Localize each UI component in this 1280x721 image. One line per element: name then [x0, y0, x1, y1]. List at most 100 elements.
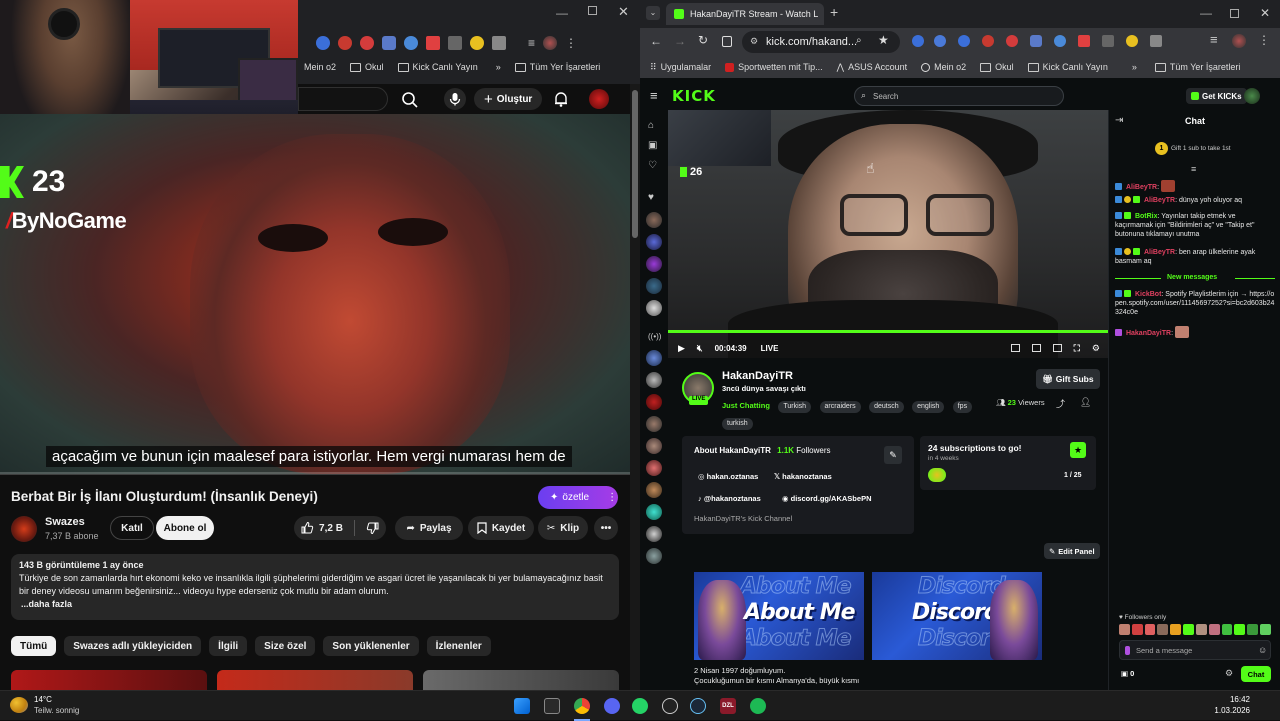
extension-icon[interactable]: [934, 35, 946, 47]
youtube-video-player[interactable]: [0, 114, 630, 474]
extension-icon[interactable]: [1006, 35, 1018, 47]
live-channel-avatar[interactable]: [646, 548, 662, 564]
emote-icon[interactable]: [1157, 624, 1169, 635]
weather-temp[interactable]: 14°C: [34, 695, 52, 704]
fullscreen-icon[interactable]: ⛶: [1074, 343, 1080, 354]
create-button[interactable]: + Oluştur: [474, 88, 543, 110]
emote-icon[interactable]: [1260, 624, 1271, 635]
home-icon[interactable]: ⌂: [648, 120, 654, 131]
spotify-icon[interactable]: [750, 698, 766, 714]
back-icon[interactable]: ←: [650, 34, 662, 48]
chip-related[interactable]: İlgili: [209, 636, 248, 656]
kick-search-input[interactable]: ⌕ Search: [854, 86, 1064, 106]
stream-tag[interactable]: turkish: [722, 418, 753, 430]
stream-tag[interactable]: fps: [952, 401, 973, 413]
discord-icon[interactable]: [604, 698, 620, 714]
video-thumbnail[interactable]: [11, 670, 207, 690]
stream-tag[interactable]: Turkish: [778, 401, 812, 413]
theater-mode-icon[interactable]: [1010, 344, 1020, 352]
extension-icon[interactable]: [958, 35, 970, 47]
live-channel-avatar[interactable]: [646, 372, 662, 388]
profile-avatar[interactable]: [543, 36, 558, 50]
bookmark-okul[interactable]: Okul: [980, 62, 1014, 72]
gift-subs-button[interactable]: 🎁︎ Gift Subs: [1036, 369, 1100, 389]
extension-icon[interactable]: [338, 36, 352, 50]
emote-icon[interactable]: [1144, 624, 1156, 635]
chat-message-input[interactable]: Send a message ☺: [1119, 640, 1271, 660]
bookmark-kick[interactable]: Kick Canlı Yayın: [397, 62, 478, 72]
scrollbar-thumb[interactable]: [632, 90, 638, 238]
chip-recent[interactable]: Son yüklenenler: [323, 636, 419, 656]
discord-link[interactable]: ◉ discord.gg/AKASbePN: [782, 494, 871, 503]
extension-icon[interactable]: [1054, 35, 1066, 47]
live-channel-avatar[interactable]: [646, 504, 662, 520]
save-button[interactable]: Kaydet: [468, 516, 534, 540]
live-channel-avatar[interactable]: [646, 526, 662, 542]
share-button[interactable]: ➦ Paylaş: [395, 516, 463, 540]
channel-points[interactable]: ▣ 0: [1121, 669, 1134, 678]
more-actions-button[interactable]: •••: [594, 516, 618, 540]
maximize-button[interactable]: [588, 6, 597, 15]
emote-icon[interactable]: [1208, 624, 1220, 635]
bookmark-mein-o2[interactable]: Mein o2: [921, 62, 966, 72]
extension-icon[interactable]: [448, 36, 462, 50]
user-avatar[interactable]: [1244, 88, 1260, 104]
site-info-icon[interactable]: ⚙: [750, 36, 758, 47]
minimize-button[interactable]: —: [556, 6, 568, 20]
browse-icon[interactable]: ▣: [648, 140, 657, 151]
extension-icon[interactable]: [360, 36, 374, 50]
shield-icon[interactable]: [1030, 35, 1042, 47]
category-link[interactable]: Just Chatting: [722, 401, 770, 410]
mute-icon[interactable]: 🔇︎: [697, 343, 703, 354]
close-window-button[interactable]: ✕: [618, 4, 629, 20]
search-icon[interactable]: [400, 90, 420, 110]
emote-icon[interactable]: [1183, 624, 1194, 635]
browser-tab-kick[interactable]: HakanDayiTR Stream - Watch L ✕: [666, 3, 824, 25]
bookmark-asus[interactable]: ⋀ ASUS Account: [837, 62, 907, 73]
extension-icon[interactable]: [1078, 35, 1090, 47]
forward-icon[interactable]: →: [674, 34, 686, 48]
bookmark-okul[interactable]: Okul: [350, 62, 384, 72]
play-icon[interactable]: ▶: [678, 343, 685, 354]
profile-avatar[interactable]: [1232, 34, 1246, 48]
address-bar[interactable]: ⚙ kick.com/hakand...: [742, 31, 900, 53]
close-window-button[interactable]: ✕: [1260, 6, 1270, 20]
extension-icon[interactable]: [1102, 35, 1114, 47]
tab-search-icon[interactable]: ⌄: [646, 6, 660, 20]
bookmark-apps[interactable]: ⠿ Uygulamalar: [650, 62, 711, 73]
get-kicks-button[interactable]: Get KICKs: [1186, 88, 1247, 104]
extension-icon[interactable]: [1126, 35, 1138, 47]
voice-search-icon[interactable]: [444, 88, 466, 110]
extension-icon[interactable]: [316, 36, 330, 50]
subscribe-goal-icon[interactable]: ★: [1070, 442, 1086, 458]
edit-pencil-icon[interactable]: ✎: [884, 446, 902, 464]
emoji-icon[interactable]: ☺: [1258, 645, 1267, 655]
split-view-icon[interactable]: [722, 36, 732, 47]
thumbs-up-icon[interactable]: [300, 521, 314, 535]
share-icon[interactable]: ⤴: [1056, 397, 1065, 410]
chrome-icon[interactable]: [574, 698, 590, 714]
join-button[interactable]: Katıl: [110, 516, 154, 540]
app-icon[interactable]: DZL: [720, 698, 736, 714]
live-progress-bar[interactable]: [668, 330, 1108, 333]
chip-watched[interactable]: İzlenenler: [426, 636, 491, 656]
video-thumbnail[interactable]: [217, 670, 413, 690]
clip-button[interactable]: ✂ Klip: [538, 516, 588, 540]
channel-name[interactable]: Swazes: [45, 516, 85, 528]
emote-icon[interactable]: [1195, 624, 1207, 635]
emote-icon[interactable]: [1221, 624, 1233, 635]
streamer-name[interactable]: HakanDayiTR: [722, 370, 793, 382]
live-channel-avatar[interactable]: [646, 438, 662, 454]
send-chat-button[interactable]: Chat: [1241, 666, 1271, 682]
kebab-menu-icon[interactable]: ⋮: [1258, 33, 1270, 47]
obs-icon[interactable]: [662, 698, 678, 714]
edit-panel-button[interactable]: ✎ Edit Panel: [1044, 543, 1100, 559]
chat-settings-gear-icon[interactable]: ⚙: [1225, 668, 1233, 679]
gift-sub-prompt[interactable]: 1 Gift 1 sub to take 1st: [1155, 142, 1231, 155]
description-box[interactable]: 143 B görüntüleme 1 ay önce Türkiye de s…: [11, 554, 619, 620]
extension-icon[interactable]: [426, 36, 440, 50]
all-bookmarks[interactable]: Tüm Yer İşaretleri: [514, 62, 600, 72]
reload-icon[interactable]: ↻: [698, 33, 708, 47]
task-view-icon[interactable]: [544, 698, 560, 714]
puzzle-icon[interactable]: [492, 36, 506, 50]
